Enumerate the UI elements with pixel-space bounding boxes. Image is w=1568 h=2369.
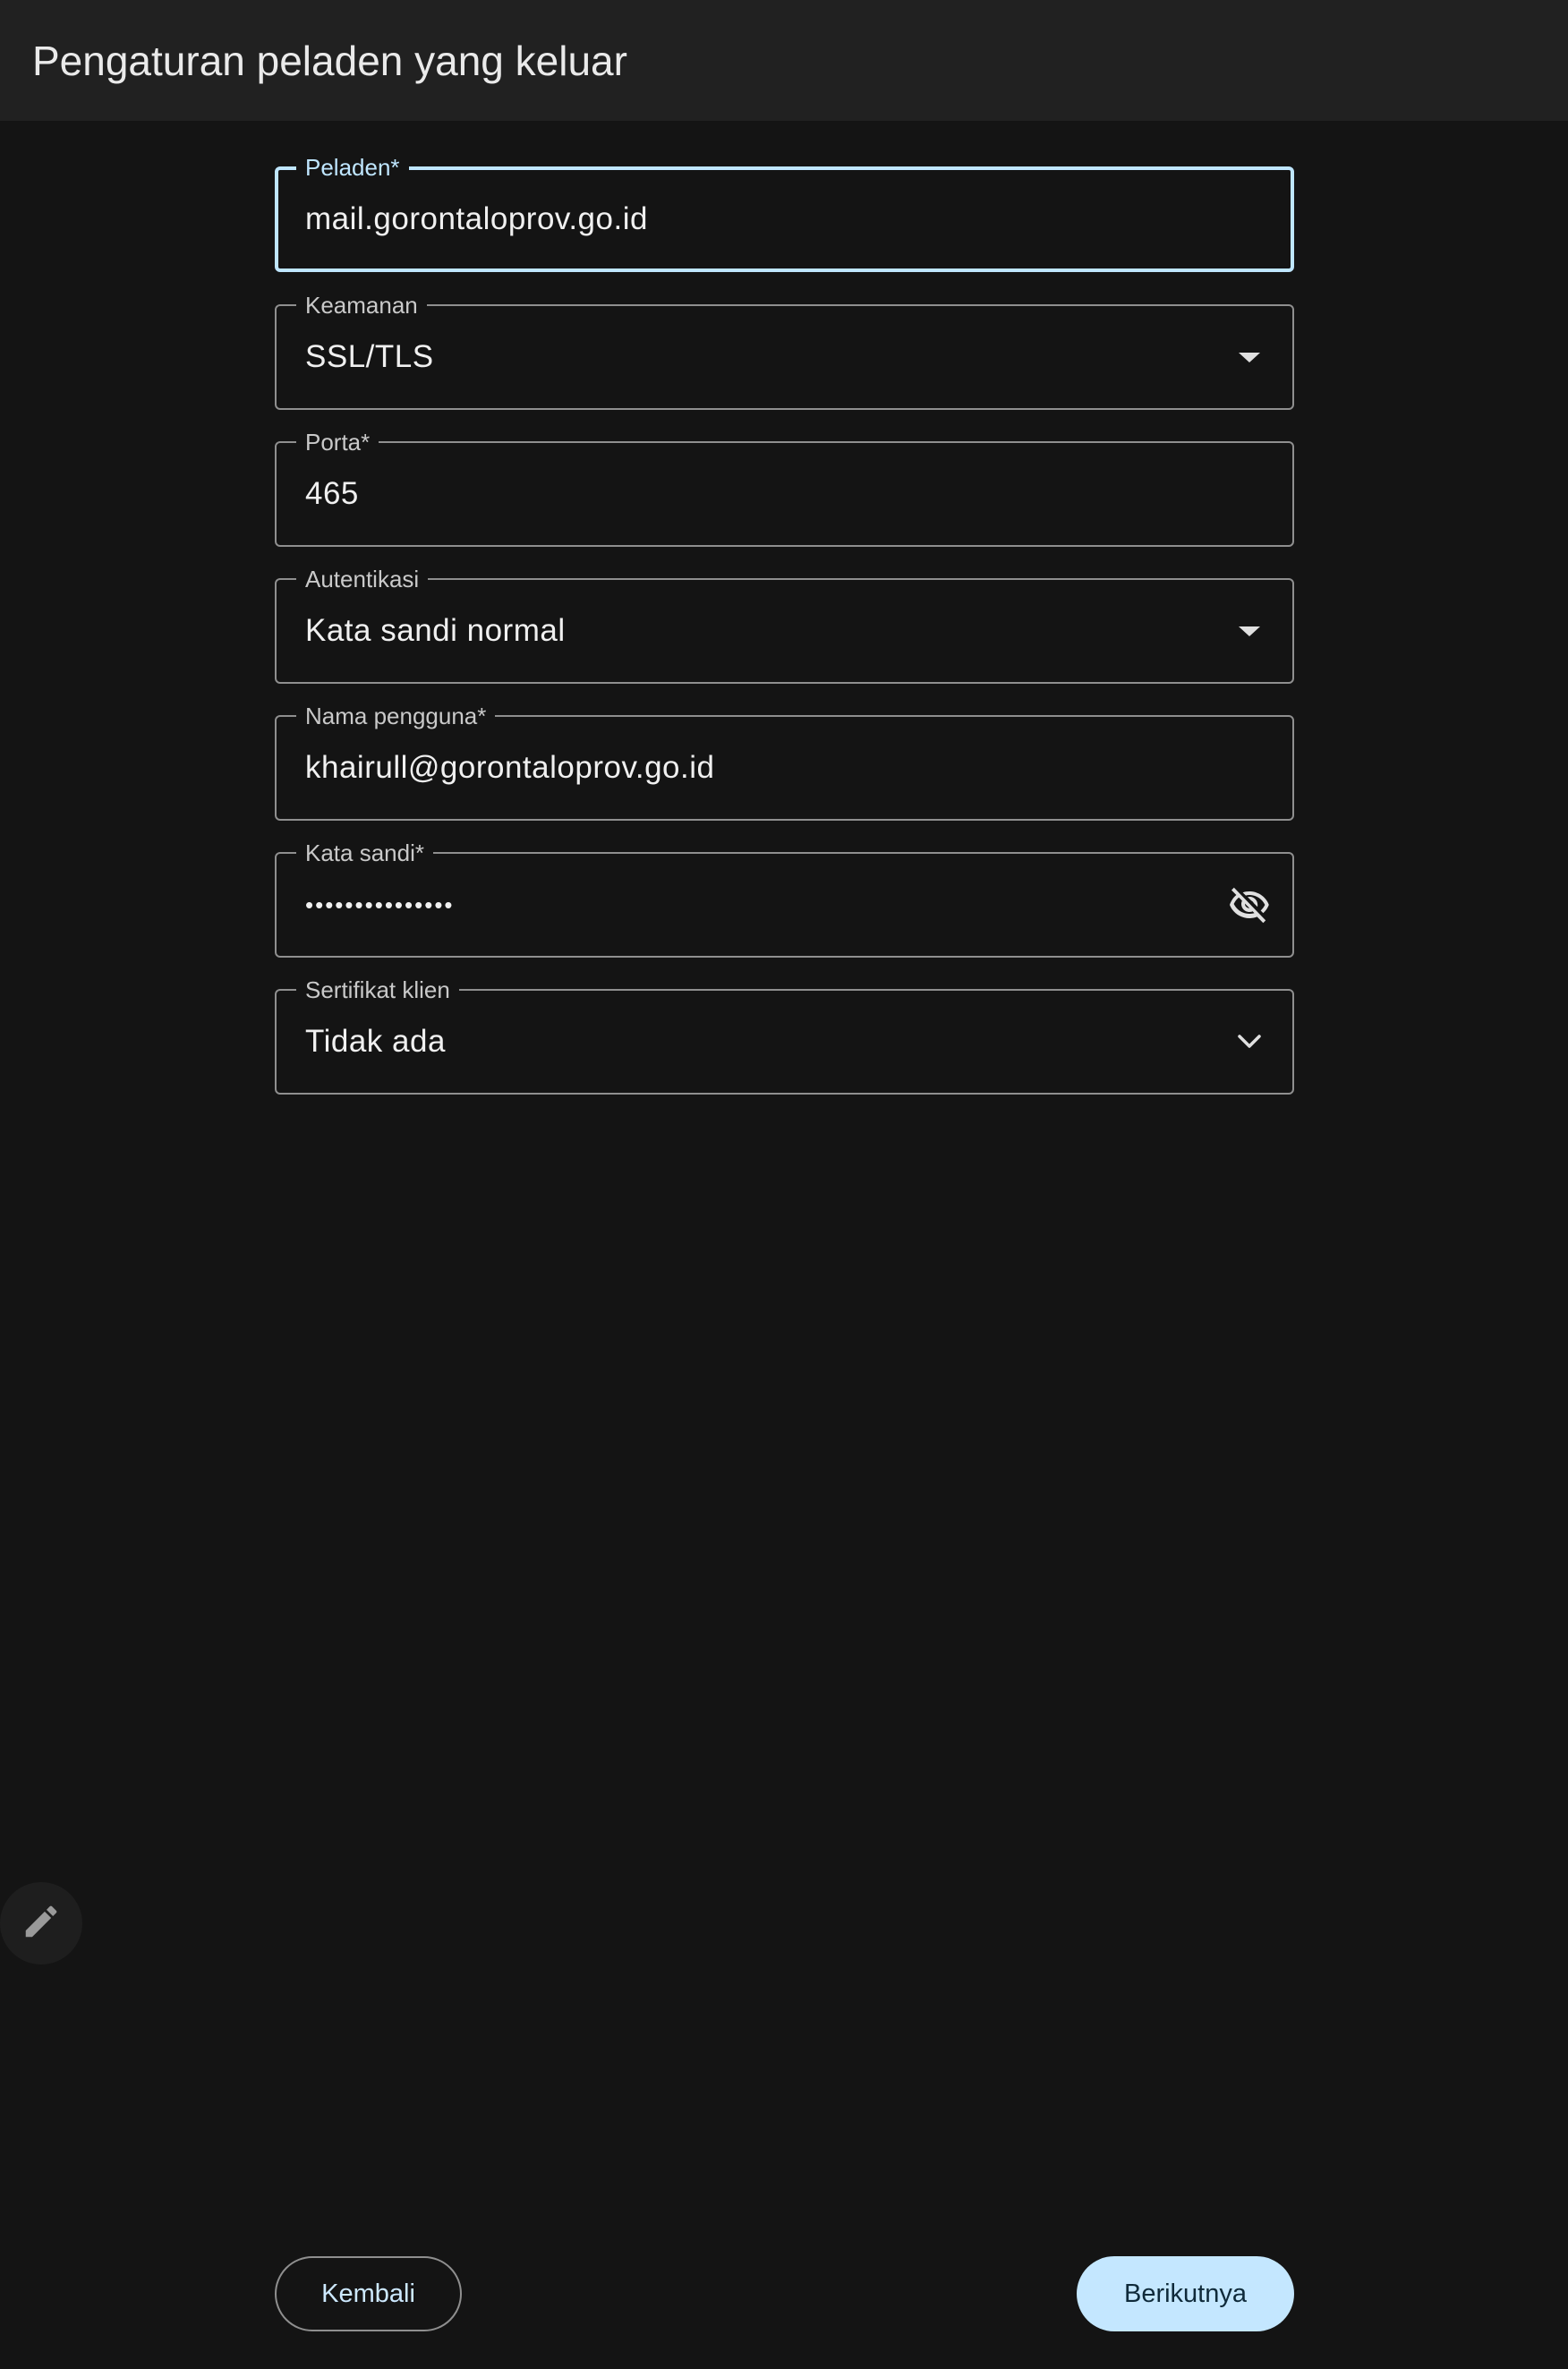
top-app-bar: Pengaturan peladen yang keluar <box>0 0 1568 121</box>
security-dropdown[interactable]: Keamanan SSL/TLS <box>275 293 1294 410</box>
password-field[interactable]: Kata sandi* ••••••••••••••• <box>275 840 1294 958</box>
outgoing-server-settings-screen: Pengaturan peladen yang keluar Peladen* … <box>0 0 1568 2369</box>
server-input[interactable]: mail.gorontaloprov.go.id <box>305 168 648 270</box>
port-input[interactable]: 465 <box>305 443 359 545</box>
next-button[interactable]: Berikutnya <box>1077 2256 1294 2331</box>
arrow-drop-down-icon[interactable] <box>1226 608 1273 654</box>
client-certificate-selected-value: Tidak ada <box>305 1024 446 1059</box>
pencil-icon <box>21 1901 62 1947</box>
username-input[interactable]: khairull@gorontaloprov.go.id <box>305 717 714 819</box>
port-field[interactable]: Porta* 465 <box>275 430 1294 547</box>
server-field[interactable]: Peladen* mail.gorontaloprov.go.id <box>275 155 1294 272</box>
visibility-off-icon[interactable] <box>1226 882 1273 928</box>
back-button[interactable]: Kembali <box>275 2256 462 2331</box>
page-title: Pengaturan peladen yang keluar <box>32 38 627 84</box>
arrow-drop-down-icon[interactable] <box>1226 334 1273 380</box>
client-certificate-dropdown[interactable]: Sertifikat klien Tidak ada <box>275 977 1294 1095</box>
password-input[interactable]: ••••••••••••••• <box>305 854 455 956</box>
edit-floating-button[interactable] <box>0 1882 82 1964</box>
security-selected-value: SSL/TLS <box>305 339 434 374</box>
authentication-dropdown[interactable]: Autentikasi Kata sandi normal <box>275 567 1294 684</box>
username-field[interactable]: Nama pengguna* khairull@gorontaloprov.go… <box>275 703 1294 821</box>
chevron-down-icon[interactable] <box>1226 1018 1273 1065</box>
authentication-selected-value: Kata sandi normal <box>305 613 566 648</box>
